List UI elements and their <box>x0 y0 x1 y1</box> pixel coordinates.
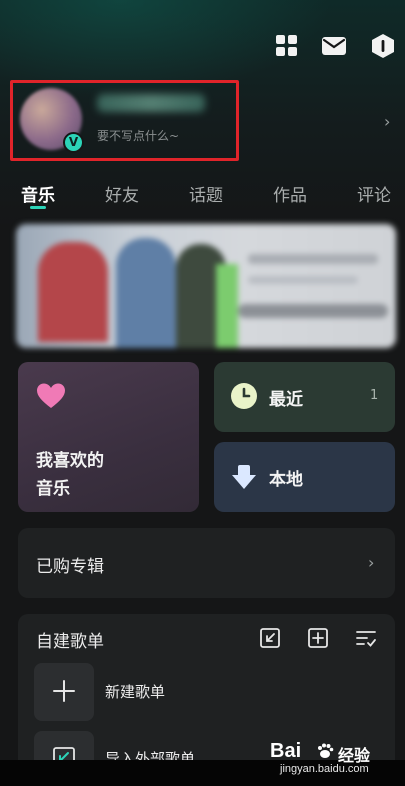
tab-comments[interactable]: 评论 <box>357 181 391 206</box>
chevron-right-icon: › <box>368 553 375 572</box>
add-box-icon[interactable] <box>307 627 329 649</box>
plus-icon <box>53 680 75 702</box>
tab-music[interactable]: 音乐 <box>21 181 55 206</box>
promo-banner[interactable] <box>16 224 396 348</box>
created-playlists-title: 自建歌单 <box>36 632 104 652</box>
shield-icon[interactable] <box>370 33 396 59</box>
new-playlist-label[interactable]: 新建歌单 <box>105 681 165 702</box>
tab-bar: 音乐 好友 话题 作品 评论 <box>0 181 405 211</box>
liked-music-label-line1: 我喜欢的 <box>36 451 104 471</box>
purchased-albums-label: 已购专辑 <box>36 557 104 577</box>
profile-highlight-box <box>10 80 239 161</box>
local-label: 本地 <box>269 470 303 490</box>
watermark-brand: Bai <box>270 740 302 762</box>
liked-music-label: 我喜欢的 音乐 <box>36 447 156 503</box>
manage-list-icon[interactable] <box>355 627 377 649</box>
paw-icon <box>318 743 334 758</box>
tab-works[interactable]: 作品 <box>273 181 307 206</box>
clock-icon <box>231 383 257 409</box>
heart-icon <box>37 383 65 408</box>
recent-count: 1 <box>370 388 379 403</box>
mail-icon[interactable] <box>321 33 347 59</box>
tab-friends[interactable]: 好友 <box>105 181 139 206</box>
chevron-right-icon[interactable]: › <box>384 112 390 131</box>
download-icon <box>232 465 256 489</box>
baidu-jingyan-watermark: Bai 经验 jingyan.baidu.com <box>270 740 400 780</box>
import-box-icon[interactable] <box>259 627 281 649</box>
tab-active-indicator <box>30 206 46 209</box>
recent-label: 最近 <box>269 390 303 410</box>
grid-icon[interactable] <box>274 33 300 59</box>
liked-music-label-line2: 音乐 <box>36 479 70 499</box>
watermark-url: jingyan.baidu.com <box>280 763 369 775</box>
tab-topics[interactable]: 话题 <box>189 181 223 206</box>
